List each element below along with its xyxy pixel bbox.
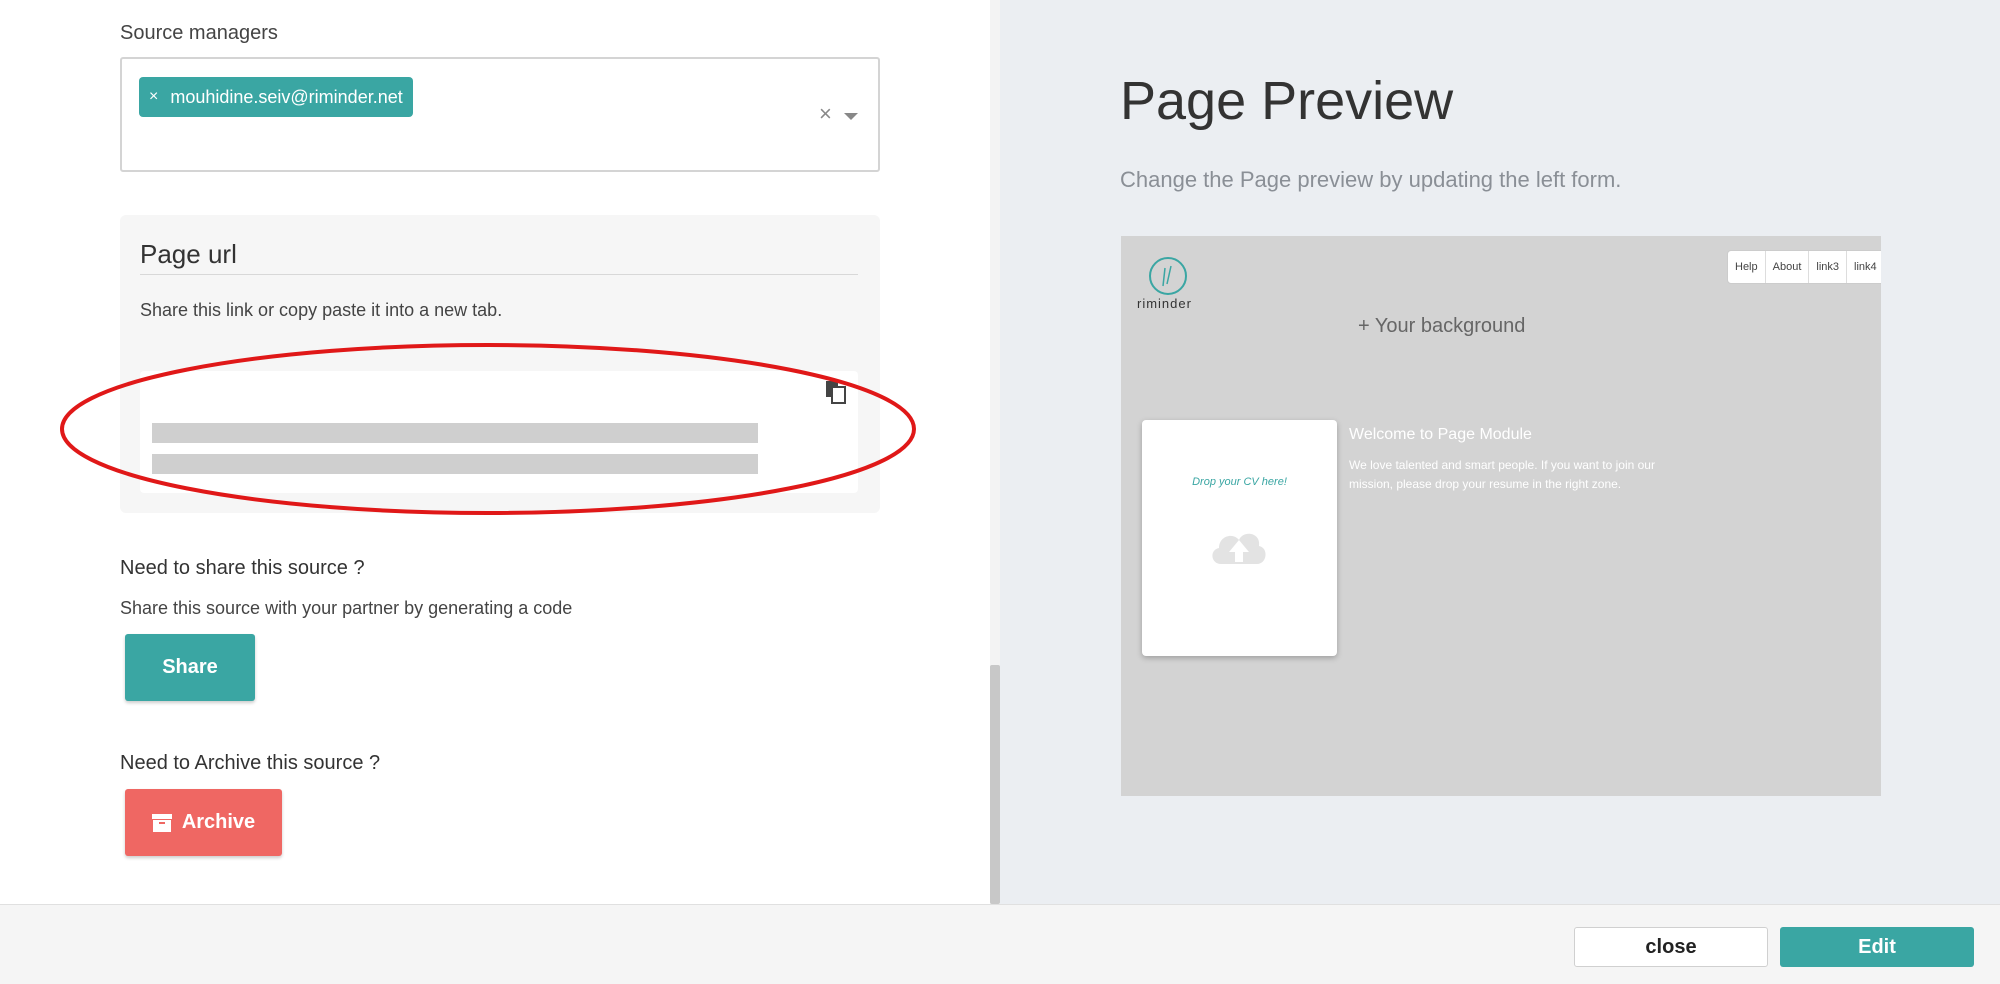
- nav-item-link3[interactable]: link3: [1809, 251, 1847, 283]
- clear-selection-icon[interactable]: ×: [819, 101, 832, 127]
- background-label: + Your background: [1358, 315, 1526, 337]
- archive-button[interactable]: Archive: [125, 789, 282, 856]
- share-button[interactable]: Share: [125, 634, 255, 701]
- copy-icon[interactable]: [824, 380, 848, 404]
- edit-button[interactable]: Edit: [1780, 927, 1974, 967]
- page-url-description: Share this link or copy paste it into a …: [140, 300, 503, 320]
- welcome-title: Welcome to Page Module: [1349, 426, 1532, 443]
- archive-button-label: Archive: [181, 811, 256, 833]
- drop-zone-text: Drop your CV here!: [1192, 476, 1287, 488]
- share-section-description: Share this source with your partner by g…: [120, 598, 573, 618]
- source-managers-select[interactable]: × mouhidine.seiv@riminder.net ×: [120, 57, 880, 172]
- page-url-field[interactable]: [140, 371, 858, 493]
- manager-chip: × mouhidine.seiv@riminder.net: [139, 77, 413, 117]
- archive-section-title: Need to Archive this source ?: [120, 752, 381, 774]
- source-form-panel: Source managers × mouhidine.seiv@riminde…: [0, 0, 990, 904]
- nav-item-link4[interactable]: link4: [1847, 251, 1881, 283]
- cloud-upload-icon: [1212, 533, 1266, 564]
- url-placeholder-line: [152, 423, 758, 443]
- page-url-title: Page url: [140, 239, 237, 269]
- url-placeholder-line: [152, 454, 758, 474]
- nav-item-help[interactable]: Help: [1728, 251, 1766, 283]
- preview-nav: Help About link3 link4: [1727, 250, 1881, 284]
- scrollbar-thumb[interactable]: [990, 665, 1000, 904]
- share-section-title: Need to share this source ?: [120, 557, 365, 579]
- footer-bar: close Edit: [0, 904, 2000, 984]
- scrollbar[interactable]: [990, 0, 1000, 904]
- preview-canvas: riminder Help About link3 link4 + Your b…: [1121, 236, 1881, 796]
- welcome-description: We love talented and smart people. If yo…: [1349, 458, 1655, 491]
- nav-item-about[interactable]: About: [1766, 251, 1810, 283]
- divider: [140, 274, 858, 275]
- manager-chip-label: mouhidine.seiv@riminder.net: [170, 86, 403, 107]
- logo-text: riminder: [1137, 296, 1192, 311]
- page-preview-title: Page Preview: [1120, 71, 1454, 131]
- page-preview-subtitle: Change the Page preview by updating the …: [1120, 167, 1622, 192]
- cv-drop-zone[interactable]: Drop your CV here!: [1142, 420, 1337, 656]
- page-preview-panel: Page Preview Change the Page preview by …: [1000, 0, 2000, 904]
- source-managers-label: Source managers: [120, 22, 278, 44]
- remove-chip-icon[interactable]: ×: [149, 88, 158, 106]
- chevron-down-icon[interactable]: [844, 113, 858, 120]
- page-url-card: Page url Share this link or copy paste i…: [120, 215, 880, 513]
- archive-box-icon: [151, 813, 172, 832]
- close-button[interactable]: close: [1574, 927, 1768, 967]
